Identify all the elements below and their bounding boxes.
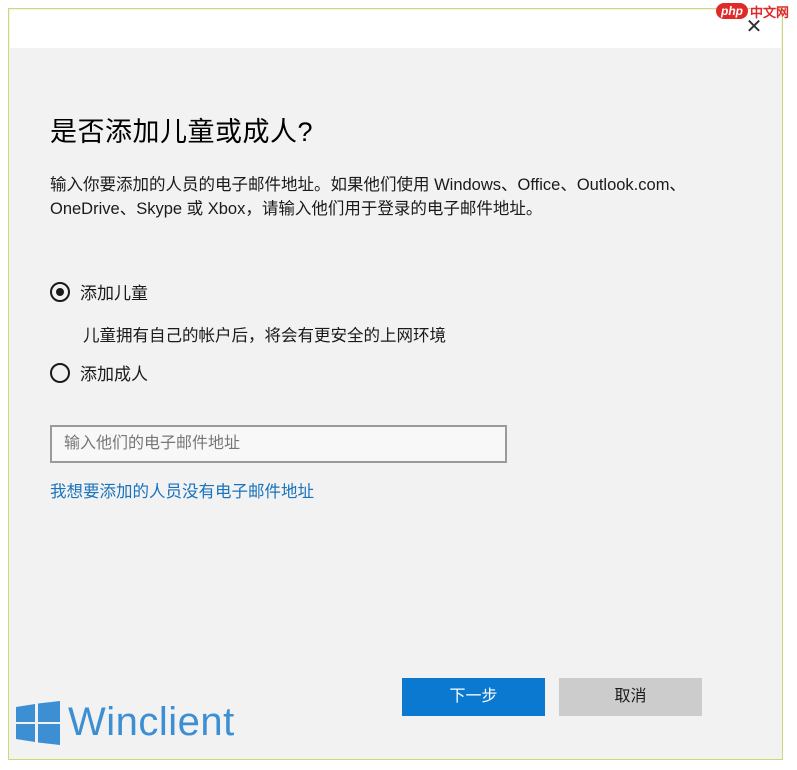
title-bar: ✕ — [10, 10, 781, 48]
watermark-site-text: 中文网 — [750, 4, 790, 20]
description-text: 输入你要添加的人员的电子邮件地址。如果他们使用 Windows、Office、O… — [50, 176, 686, 218]
page-title: 是否添加儿童或成人? — [50, 117, 314, 147]
no-email-link[interactable]: 我想要添加的人员没有电子邮件地址 — [50, 478, 314, 502]
windows-logo-icon — [16, 700, 60, 745]
email-input[interactable] — [50, 425, 507, 463]
radio-unchecked-icon[interactable] — [50, 362, 70, 383]
watermark-php-badge: php — [716, 3, 748, 19]
brand-text: Winclient — [68, 700, 235, 744]
next-button[interactable]: 下一步 — [402, 678, 545, 716]
radio-label-add-child: 添加儿童 — [80, 284, 148, 303]
radio-checked-icon[interactable] — [50, 281, 70, 302]
brand-watermark: Winclient — [16, 700, 235, 745]
child-option-subtext: 儿童拥有自己的帐户后，将会有更安全的上网环境 — [83, 327, 446, 345]
radio-label-add-adult: 添加成人 — [80, 365, 148, 384]
radio-option-add-adult[interactable]: 添加成人 — [50, 360, 148, 385]
cancel-button[interactable]: 取消 — [559, 678, 702, 716]
watermark-php-cn: php 中文网 — [716, 0, 789, 22]
radio-option-add-child[interactable]: 添加儿童 — [50, 279, 148, 304]
